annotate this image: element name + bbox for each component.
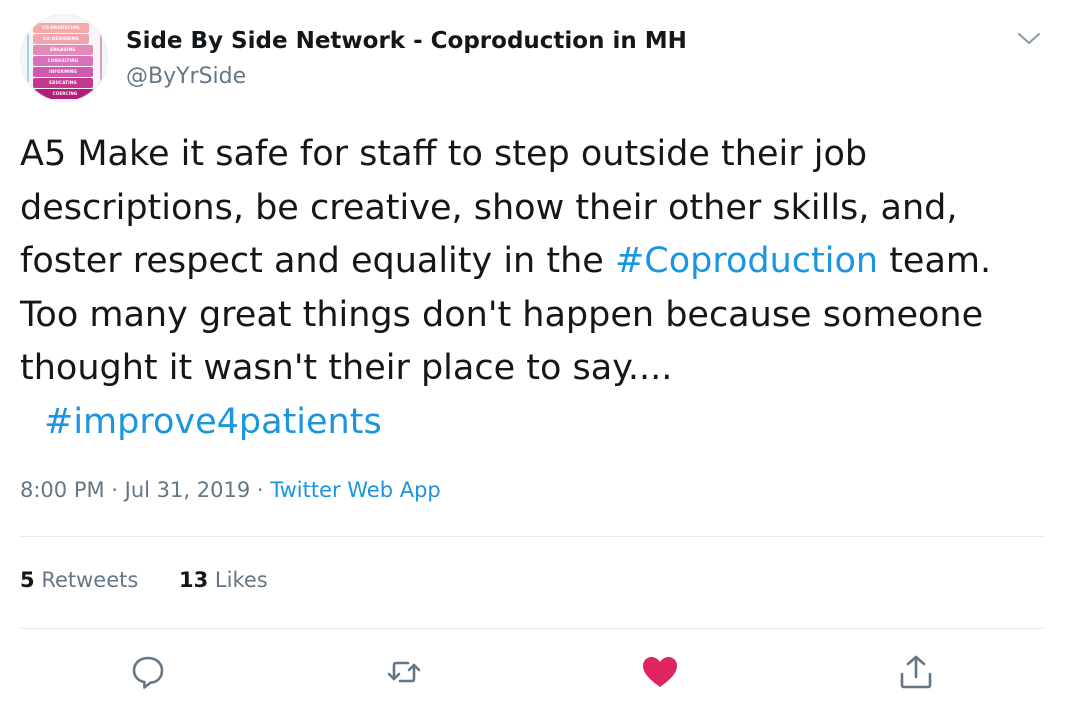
- hashtag-link[interactable]: #Coproduction: [615, 241, 878, 281]
- avatar-bar: CO-DESIGNING: [33, 34, 89, 44]
- tweet-text-segment: Too many great things don't happen becau…: [20, 294, 984, 335]
- avatar-bar: ENGAGING: [33, 45, 93, 55]
- retweets-count: 5: [20, 568, 35, 592]
- author-handle[interactable]: @ByYrSide: [126, 64, 246, 89]
- retweet-icon: [387, 661, 421, 683]
- tweet-text-segment: descriptions, be creative, show their ot…: [20, 187, 958, 228]
- tweet-meta: 8:00 PM · Jul 31, 2019 · Twitter Web App: [20, 478, 441, 502]
- share-button[interactable]: [896, 652, 936, 692]
- tweet-text-segment: team.: [878, 241, 992, 281]
- tweet-source-link[interactable]: Twitter Web App: [270, 478, 441, 502]
- tweet-card: CO-PRODUCING CO-DESIGNING ENGAGING CONSULTI…: [0, 0, 1066, 709]
- hashtag-link[interactable]: #improve4patients: [44, 402, 382, 442]
- avatar-bar: CO-PRODUCING: [33, 23, 89, 33]
- tweet-text-line: A5 Make it safe for staff to step outsid…: [20, 128, 1050, 182]
- like-button[interactable]: [640, 652, 680, 692]
- retweets-label: Retweets: [41, 568, 139, 592]
- tweet-text-segment: foster respect and equality in the: [20, 241, 615, 281]
- like-icon: [643, 657, 677, 687]
- likes-count: 13: [179, 568, 209, 592]
- meta-separator: ·: [104, 478, 125, 502]
- avatar-bar: EDUCATING: [33, 78, 93, 88]
- tweet-text-line: #improve4patients: [20, 396, 1050, 450]
- avatar-side-line: [100, 27, 102, 91]
- avatar[interactable]: CO-PRODUCING CO-DESIGNING ENGAGING CONSULTI…: [20, 14, 108, 102]
- reply-button[interactable]: [128, 652, 168, 692]
- likes-stat[interactable]: 13 Likes: [179, 568, 268, 592]
- retweet-button[interactable]: [384, 652, 424, 692]
- meta-separator: ·: [250, 478, 271, 502]
- divider: [20, 536, 1044, 537]
- likes-label: Likes: [214, 568, 268, 592]
- tweet-text-segment: A5 Make it safe for staff to step outsid…: [20, 134, 868, 174]
- retweets-stat[interactable]: 5 Retweets: [20, 568, 138, 592]
- tweet-text-segment: thought it wasn't their place to say....: [20, 348, 673, 388]
- tweet-stats: 5 Retweets 13 Likes: [20, 568, 268, 592]
- tweet-text-line: descriptions, be creative, show their ot…: [20, 182, 1050, 236]
- tweet-text-line: thought it wasn't their place to say....: [20, 342, 1050, 396]
- avatar-bar: CONSULTING: [33, 56, 93, 66]
- tweet-text-line: foster respect and equality in the #Copr…: [20, 235, 1050, 289]
- share-icon: [900, 655, 932, 689]
- tweet-text-line: Too many great things don't happen becau…: [20, 289, 1050, 343]
- tweet-date[interactable]: Jul 31, 2019: [125, 478, 251, 502]
- author-name[interactable]: Side By Side Network - Coproduction in M…: [126, 28, 687, 54]
- divider: [20, 628, 1044, 629]
- tweet-time[interactable]: 8:00 PM: [20, 478, 105, 502]
- tweet-text: A5 Make it safe for staff to step outsid…: [20, 128, 1050, 449]
- avatar-bar: INFORMING: [33, 67, 93, 77]
- chevron-down-icon[interactable]: [1016, 28, 1042, 48]
- avatar-side-line: [27, 27, 29, 91]
- reply-icon: [132, 656, 164, 689]
- avatar-bar: COERCING: [33, 89, 97, 99]
